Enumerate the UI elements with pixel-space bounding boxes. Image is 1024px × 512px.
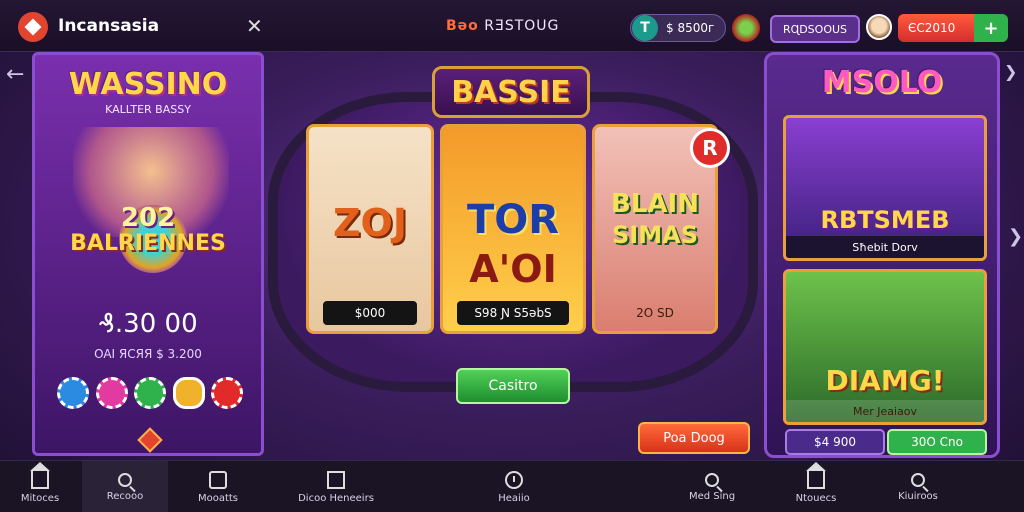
card-title: TOR (466, 197, 560, 243)
coins-pill[interactable]: T $ 8500г (630, 14, 726, 42)
add-funds-button[interactable]: + (974, 14, 1008, 42)
bottom-nav: Mitoces Recooo Mooatts Dicoo Heneeirs He… (0, 460, 1024, 512)
nav-label: Kiuiroos (898, 490, 938, 502)
card-title: ZOJ (333, 201, 407, 245)
game-title: DIAMG! (825, 364, 945, 397)
coins-value: $ 8500г (666, 21, 715, 35)
r-badge-icon[interactable]: R (690, 128, 730, 168)
center-title: BASSIE (451, 74, 571, 110)
chip-icon (134, 377, 166, 409)
game-caption: Mer Jeaiaov (786, 400, 984, 422)
home-icon (806, 461, 826, 489)
back-arrow-icon[interactable]: ← (6, 62, 24, 87)
card-title: BLAIN (611, 189, 699, 219)
card-subtitle: A'OI (469, 247, 557, 291)
nav-label: Med Sing (688, 490, 736, 502)
nav-label: Dicoo Heneeirs (298, 492, 374, 504)
card-label: $000 (323, 301, 417, 325)
nav-label: Heaiio (498, 492, 530, 504)
bet-amount-button[interactable]: $4 900 (785, 429, 885, 455)
balance-pill[interactable]: ЄC2010 + (898, 14, 1008, 42)
search-icon (118, 472, 132, 487)
brand-name: Incansasia (58, 16, 160, 36)
nav-item-search-3[interactable]: Kiuiroos (880, 461, 956, 512)
nav-item-clipboard[interactable]: Mooatts (176, 461, 260, 512)
nav-item-search[interactable]: Recooo (82, 461, 168, 512)
diamond-icon (137, 427, 163, 453)
square-icon (327, 470, 345, 489)
close-icon[interactable]: ✕ (246, 14, 263, 38)
nav-label: Recooo (106, 490, 144, 502)
promo-subtitle: KALLTER BASSY (105, 103, 191, 116)
nav-item-home[interactable]: Mitoces (0, 461, 80, 512)
balance-value: ЄC2010 (908, 21, 956, 35)
promo-banner: BALRIENNES (70, 231, 226, 256)
play-button[interactable]: Casitro (456, 368, 570, 404)
vip-button[interactable]: RɊDSOOUS (770, 15, 860, 43)
search-icon (911, 472, 925, 487)
top-bar: Incansasia ✕ Bǝo RƎSTOUG T $ 8500г RɊDSO… (0, 0, 1024, 52)
clock-icon (505, 470, 523, 489)
next-arrow-icon[interactable]: ❯ (1008, 226, 1023, 247)
game-card-1[interactable]: ZOJ $000 (306, 124, 434, 334)
promo-number: 202 (120, 203, 176, 233)
avatar[interactable] (866, 14, 892, 40)
gift-icon[interactable] (732, 14, 760, 42)
featured-game-card-1[interactable]: RBTSMEB Sħebit Dorv (783, 115, 987, 261)
clipboard-icon (209, 470, 227, 489)
nav-label: Ntouecs (795, 492, 837, 504)
home-icon (30, 461, 50, 489)
nav-item-home-2[interactable]: Ntouecs (778, 461, 854, 512)
chip-icon (95, 377, 128, 409)
chip-row (57, 377, 243, 411)
right-games-panel: MSOLO RBTSMEB Sħebit Dorv DIAMG! Mer Jea… (764, 52, 1000, 458)
game-card-2[interactable]: TOR A'OI S98 Ɲ S5ǝbS (440, 124, 586, 334)
promo-amount: ₰.30 00 (98, 309, 198, 339)
chip-icon (211, 377, 243, 409)
header-title-accent: Bǝo (446, 18, 479, 34)
promo-note: OAI ЯCЯЯ $ 3.200 (94, 347, 202, 361)
right-panel-title: MSOLO (821, 65, 943, 100)
header-title: Bǝo RƎSTOUG (446, 18, 559, 34)
nav-label: Mooatts (197, 492, 239, 504)
nav-label: Mitoces (20, 492, 60, 504)
header-title-text: RƎSTOUG (484, 18, 560, 34)
brand-logo-icon[interactable] (18, 12, 48, 42)
chevron-right-icon[interactable]: ❯ (1004, 62, 1017, 81)
coin-icon: T (632, 15, 658, 41)
card-subtitle: SIMAS (612, 221, 698, 249)
search-icon (705, 472, 719, 487)
card-label: 2O SD (636, 306, 674, 320)
bonus-button[interactable]: 30O Cno (887, 429, 987, 455)
nav-item-square[interactable]: Dicoo Heneeirs (286, 461, 386, 512)
promo-title: WASSINO (68, 67, 228, 102)
nav-item-clock[interactable]: Heaiio (476, 461, 552, 512)
game-title: RBTSMEB (820, 206, 950, 234)
card-label: S98 Ɲ S5ǝbS (457, 301, 569, 325)
nav-item-search-2[interactable]: Med Sing (674, 461, 750, 512)
featured-game-card-2[interactable]: DIAMG! Mer Jeaiaov (783, 269, 987, 425)
left-promo-panel[interactable]: WASSINO KALLTER BASSY 202 BALRIENNES ₰.3… (32, 52, 264, 456)
chip-icon (57, 377, 89, 409)
promo-button[interactable]: Poa Doog (638, 422, 750, 454)
center-title-plate: BASSIE (432, 66, 590, 118)
gold-coin-icon (172, 377, 205, 409)
game-caption: Sħebit Dorv (786, 236, 984, 258)
